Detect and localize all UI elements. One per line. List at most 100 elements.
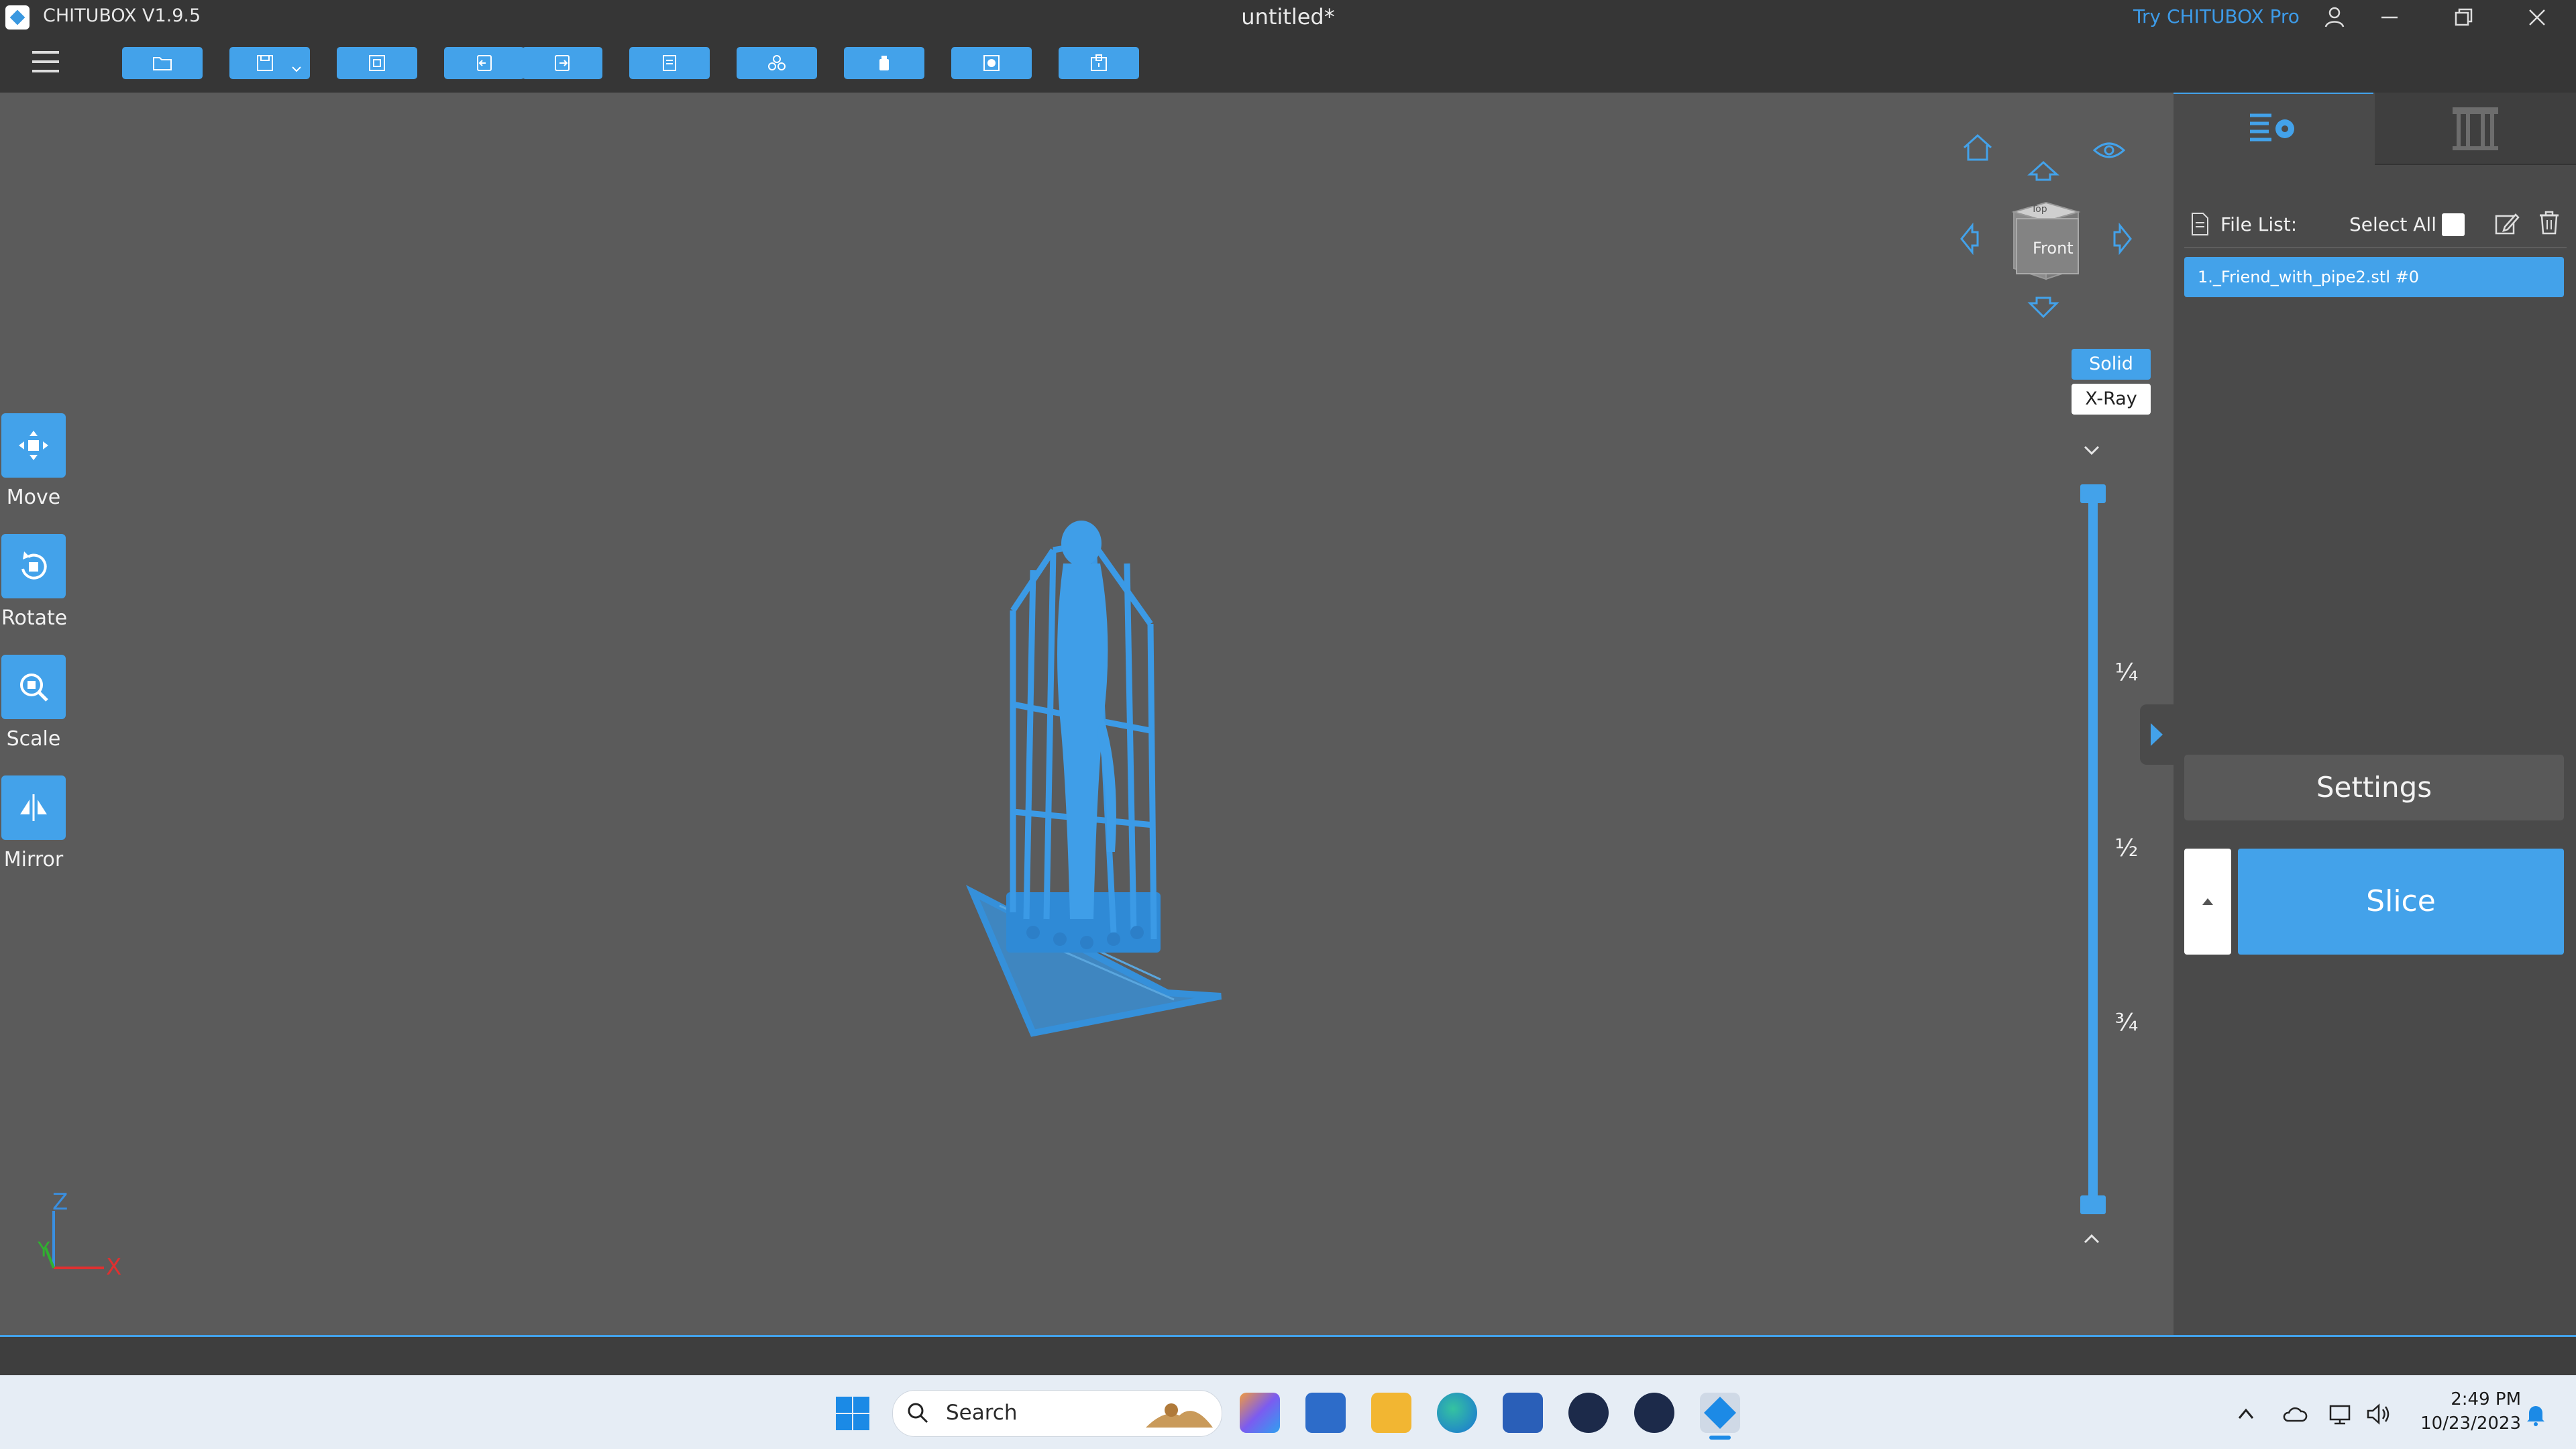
copilot-icon[interactable] [1240, 1393, 1280, 1433]
file-info-button[interactable] [629, 47, 710, 79]
view-cube[interactable]: Top Front [2006, 200, 2086, 280]
restore-icon[interactable] [2430, 0, 2497, 35]
active-app-indicator [1709, 1436, 1731, 1440]
print-plate-icon [1091, 54, 1107, 71]
clock-time: 2:49 PM [2451, 1389, 2521, 1409]
search-highlight-image [1144, 1395, 1214, 1430]
app-logo-icon [5, 5, 30, 30]
solid-mode-button[interactable]: Solid [2072, 349, 2151, 380]
x-axis-label: X [106, 1254, 121, 1278]
windows-taskbar [0, 1375, 2576, 1449]
slice-options-toggle[interactable] [2184, 849, 2231, 955]
rotate-label: Rotate [1, 606, 68, 630]
file-icon [2190, 212, 2210, 239]
tab-supports[interactable] [2375, 93, 2576, 165]
rotate-tool[interactable]: Rotate [1, 534, 68, 630]
status-bar [0, 1335, 2576, 1377]
ms-store-icon[interactable] [1305, 1393, 1346, 1433]
notification-bell-icon[interactable] [2524, 1401, 2548, 1430]
file-list-label: File List: [2220, 213, 2298, 235]
app-title: CHITUBOX V1.9.5 [43, 5, 201, 26]
chevron-down-icon[interactable] [2075, 441, 2108, 468]
mirror-tool[interactable]: Mirror [1, 775, 66, 871]
settings-list-icon [2250, 113, 2294, 142]
caret-up-icon [2202, 898, 2213, 905]
cinema4d-icon-2[interactable] [1634, 1393, 1674, 1433]
windows-start-icon[interactable] [835, 1395, 871, 1432]
slice-button[interactable]: Slice [2238, 849, 2564, 955]
document-icon [663, 55, 676, 71]
arrow-left-icon[interactable] [1955, 219, 1995, 262]
chevron-up-icon[interactable] [2234, 1402, 2258, 1429]
rotate-icon [21, 551, 47, 580]
layer-slider-bottom-handle[interactable] [2080, 1195, 2106, 1214]
mirror-icon [20, 794, 47, 821]
move-label: Move [6, 486, 61, 509]
move-icon [19, 431, 48, 460]
cube-top-label: Top [2031, 204, 2047, 215]
select-all-checkbox[interactable] [2442, 213, 2465, 236]
layout-icon [369, 55, 385, 71]
cloud-icon[interactable] [2281, 1402, 2308, 1429]
y-axis-label: Y [37, 1238, 50, 1262]
menu-icon[interactable] [30, 48, 63, 78]
try-pro-link[interactable]: Try CHITUBOX Pro [2133, 5, 2300, 28]
auto-layout-button[interactable] [337, 47, 417, 79]
arrow-up-icon[interactable] [2023, 152, 2063, 195]
drain-hole-button[interactable] [951, 47, 1032, 79]
document-title: untitled* [1241, 4, 1335, 30]
taskbar-search-label: Search [946, 1401, 1018, 1425]
user-icon[interactable] [2321, 4, 2348, 31]
redo-button[interactable] [522, 47, 602, 79]
panel-collapse-toggle[interactable] [2140, 704, 2174, 765]
layer-slider-track[interactable] [2088, 490, 2098, 1208]
bottle-icon [879, 56, 889, 70]
file-list-item[interactable]: 1._Friend_with_pipe2.stl #0 [2184, 257, 2564, 297]
slider-mark-quarter: ¼ [2114, 659, 2139, 686]
layer-slider-top-handle[interactable] [2080, 484, 2106, 503]
undo-button[interactable] [444, 47, 525, 79]
eye-icon[interactable] [2089, 130, 2129, 173]
print-plate-button[interactable] [1059, 47, 1139, 79]
axes-indicator: Z Y X [37, 1191, 121, 1278]
slider-mark-three-quarter: ¾ [2114, 1009, 2139, 1036]
duplicate-icon [768, 55, 786, 70]
scale-label: Scale [6, 727, 61, 751]
chevron-up-icon[interactable] [2075, 1229, 2108, 1256]
open-file-button[interactable] [122, 47, 203, 79]
drain-hole-icon [983, 55, 1000, 71]
arrow-down-icon[interactable] [2023, 288, 2063, 331]
hollow-button[interactable] [844, 47, 924, 79]
close-icon[interactable] [2504, 0, 2571, 35]
word-icon[interactable] [1503, 1393, 1543, 1433]
volume-icon[interactable] [2365, 1402, 2392, 1429]
scale-tool[interactable]: Scale [1, 655, 66, 751]
taskbar-clock[interactable]: 2:49 PM 10/23/2023 [2394, 1387, 2521, 1436]
undo-icon [477, 55, 492, 71]
move-tool[interactable]: Move [1, 413, 66, 509]
network-icon[interactable] [2328, 1402, 2355, 1429]
save-icon [257, 55, 273, 71]
supports-icon [2453, 107, 2498, 150]
minimize-icon[interactable] [2356, 0, 2423, 35]
trash-icon[interactable] [2536, 209, 2563, 239]
edit-icon[interactable] [2493, 211, 2520, 240]
edge-icon[interactable] [1437, 1393, 1477, 1433]
file-list-divider [2184, 247, 2567, 248]
chitubox-taskbar-icon[interactable] [1700, 1393, 1740, 1433]
cube-front-label: Front [2033, 239, 2074, 258]
save-button[interactable] [229, 47, 310, 79]
model-on-build-plate[interactable] [959, 503, 1228, 1040]
file-explorer-icon[interactable] [1371, 1393, 1411, 1433]
home-view-icon[interactable] [1957, 127, 1998, 170]
arrow-right-icon[interactable] [2097, 219, 2137, 262]
tab-model-settings[interactable] [2174, 93, 2373, 166]
cinema4d-icon[interactable] [1568, 1393, 1609, 1433]
xray-mode-button[interactable]: X-Ray [2072, 384, 2151, 415]
slider-mark-half: ½ [2114, 835, 2139, 862]
redo-icon [555, 55, 570, 71]
duplicate-button[interactable] [737, 47, 817, 79]
select-all-label: Select All [2349, 213, 2436, 235]
settings-button[interactable]: Settings [2184, 755, 2564, 820]
search-icon [906, 1401, 930, 1428]
